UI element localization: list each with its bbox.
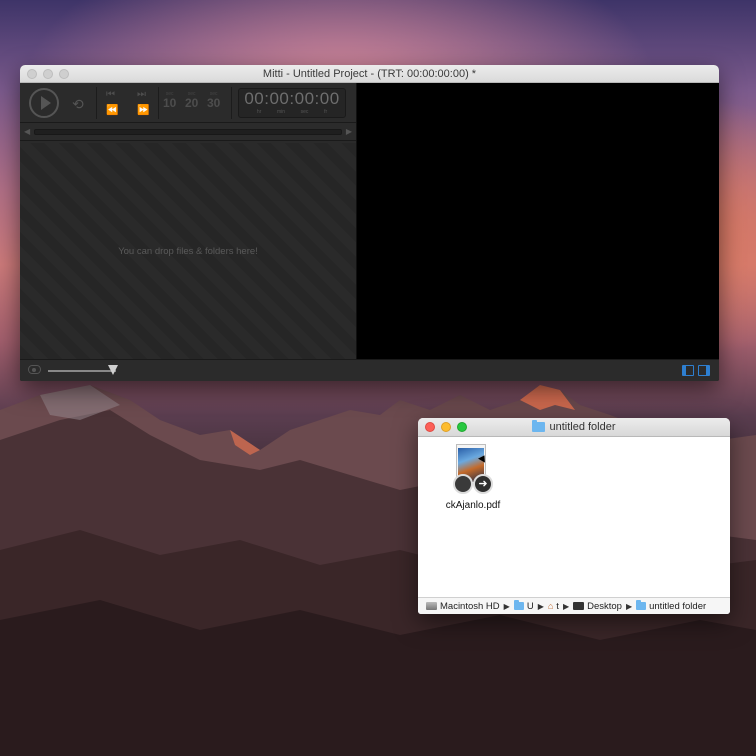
path-item-users[interactable]: U — [513, 600, 534, 612]
folder-icon — [513, 600, 524, 610]
layout-right-icon[interactable] — [698, 365, 710, 376]
video-preview — [357, 83, 719, 359]
hard-drive-icon — [426, 602, 437, 610]
scrub-left-icon[interactable]: ◀ — [24, 127, 30, 136]
path-item-macintosh-hd[interactable]: Macintosh HD — [426, 601, 500, 612]
playlist-pane: ⟲ ⏮ ⏭ ⏪ ⏩ sec 10 sec 20 sec 30 00:00:00:… — [20, 83, 356, 359]
timecode-value: 00:00:00:00 — [244, 89, 340, 108]
path-item-untitled-folder[interactable]: untitled folder — [636, 600, 706, 612]
desktop-icon — [573, 602, 585, 610]
next-cue-icon[interactable]: ⏭ — [137, 89, 146, 100]
volume-slider[interactable] — [48, 370, 116, 372]
play-button[interactable] — [29, 88, 59, 118]
scrub-track[interactable] — [34, 129, 342, 135]
finder-title: untitled folder — [532, 420, 616, 433]
eye-icon[interactable] — [28, 365, 41, 374]
path-separator-icon: ▶ — [625, 601, 633, 611]
separator — [231, 87, 232, 119]
window-controls — [27, 69, 69, 79]
window-controls — [425, 422, 467, 432]
path-bar: Macintosh HD ▶ U ▶ ⌂ t ▶ Desktop ▶ untit… — [418, 597, 730, 614]
alias-badge-icon — [453, 474, 473, 494]
path-separator-icon: ▶ — [503, 601, 510, 611]
window-title: Mitti - Untitled Project - (TRT: 00:00:0… — [262, 67, 477, 80]
drop-zone[interactable]: You can drop files & folders here! — [20, 143, 356, 359]
minimize-button[interactable] — [43, 69, 53, 79]
timecode-display: 00:00:00:00 hr min sec fr — [238, 88, 346, 118]
layout-left-icon[interactable] — [682, 365, 694, 376]
arrow-badge-icon: ➜ — [473, 474, 493, 494]
fast-forward-icon[interactable]: ⏩ — [137, 105, 149, 116]
rewind-icon[interactable]: ⏪ — [106, 105, 118, 116]
close-button[interactable] — [425, 422, 435, 432]
close-button[interactable] — [27, 69, 37, 79]
file-item[interactable]: ➜ ckAjanlo.pdf — [438, 444, 508, 511]
mitti-window: Mitti - Untitled Project - (TRT: 00:00:0… — [20, 65, 719, 381]
folder-icon — [532, 420, 546, 432]
minimize-button[interactable] — [441, 422, 451, 432]
zoom-button[interactable] — [59, 69, 69, 79]
separator — [158, 87, 159, 119]
separator — [96, 87, 97, 119]
path-separator-icon: ▶ — [537, 601, 544, 611]
loop-icon[interactable]: ⟲ — [72, 96, 84, 113]
mitti-titlebar[interactable]: Mitti - Untitled Project - (TRT: 00:00:0… — [20, 65, 719, 83]
jump-30-button[interactable]: sec 30 — [207, 91, 220, 109]
scrub-bar: ◀ ▶ — [20, 123, 356, 141]
file-name: ckAjanlo.pdf — [445, 500, 501, 511]
prev-cue-icon[interactable]: ⏮ — [106, 89, 115, 100]
finder-window: untitled folder ➜ ckAjanlo.pdf Macintosh… — [418, 418, 730, 614]
finder-titlebar[interactable]: untitled folder — [418, 418, 730, 437]
zoom-button[interactable] — [457, 422, 467, 432]
path-separator-icon: ▶ — [562, 601, 570, 611]
folder-icon — [636, 600, 647, 610]
path-item-home[interactable]: ⌂ t — [548, 601, 559, 612]
bottom-bar — [20, 359, 719, 381]
path-item-desktop[interactable]: Desktop — [573, 601, 622, 612]
pdf-file-icon: ➜ — [453, 444, 493, 494]
timecode-units: hr min sec fr — [256, 109, 328, 115]
jump-10-button[interactable]: sec 10 — [163, 91, 176, 109]
jump-20-button[interactable]: sec 20 — [185, 91, 198, 109]
drop-hint: You can drop files & folders here! — [118, 245, 258, 257]
home-icon: ⌂ — [547, 601, 554, 611]
scrub-right-icon[interactable]: ▶ — [346, 127, 352, 136]
transport-bar: ⟲ ⏮ ⏭ ⏪ ⏩ sec 10 sec 20 sec 30 00:00:00:… — [20, 83, 356, 123]
play-icon — [40, 96, 51, 110]
volume-slider-thumb[interactable] — [108, 365, 118, 375]
